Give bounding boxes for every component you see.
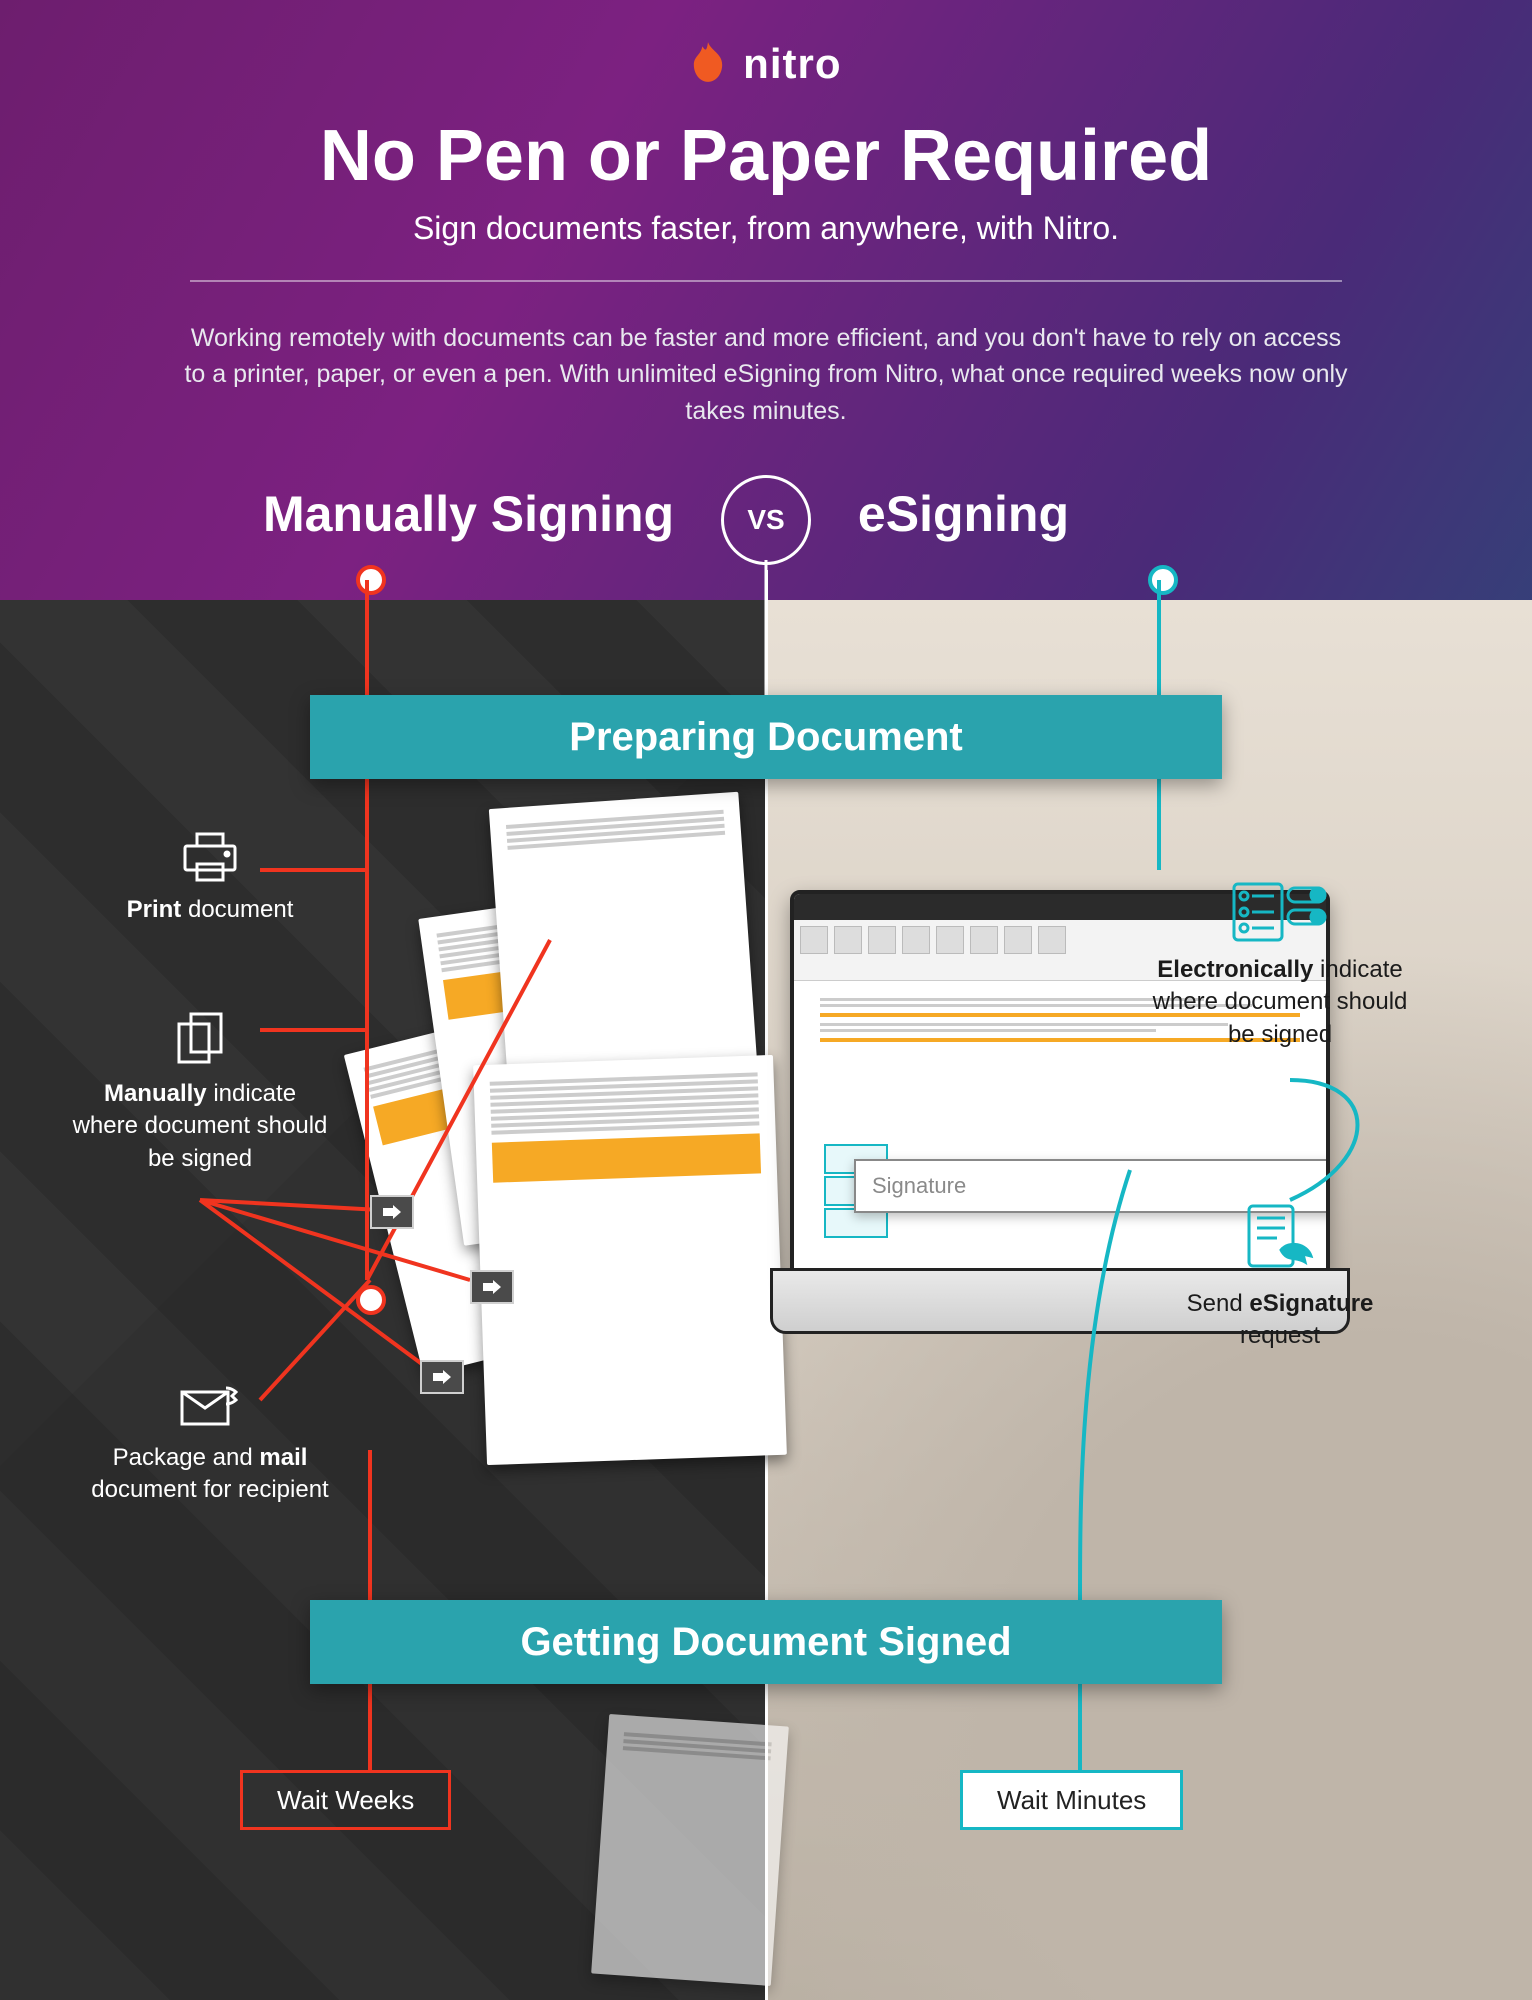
mail-icon [80, 1380, 340, 1432]
send-document-icon [1150, 1200, 1410, 1278]
step-mail: Package and mail document for recipient [80, 1380, 340, 1507]
wait-minutes-badge: Wait Minutes [960, 1770, 1183, 1830]
sign-here-sticker [370, 1195, 414, 1229]
brand-logo: nitro [0, 40, 1532, 88]
section-signed-label: Getting Document Signed [520, 1620, 1011, 1665]
section-preparing-label: Preparing Document [569, 715, 962, 760]
brand-text: nitro [743, 40, 841, 87]
vs-badge: VS [721, 475, 811, 565]
step-electronic-indicate: Electronically indicate where document s… [1150, 880, 1410, 1051]
node-esign-start [1148, 565, 1178, 595]
step-print: Print document [80, 830, 340, 926]
bg-paper [591, 1714, 789, 1986]
step-send-text: Send eSignature request [1150, 1288, 1410, 1353]
step-manual-indicate: Manually indicate where document should … [70, 1010, 330, 1175]
column-heading-manual: Manually Signing [263, 485, 674, 543]
nitro-flame-icon [691, 42, 725, 82]
signature-placeholder: Signature [872, 1173, 966, 1199]
documents-icon [70, 1010, 330, 1068]
node-manual-mid [356, 1285, 386, 1315]
step-send-request: Send eSignature request [1150, 1200, 1410, 1353]
step-manual-indicate-text: Manually indicate where document should … [70, 1078, 330, 1175]
step-electronic-text: Electronically indicate where document s… [1150, 954, 1410, 1051]
section-preparing: Preparing Document [310, 695, 1222, 779]
sign-here-sticker [420, 1360, 464, 1394]
divider-rule [190, 280, 1342, 282]
step-mail-text: Package and mail document for recipient [80, 1442, 340, 1507]
printer-icon [80, 830, 340, 884]
wait-minutes-label: Wait Minutes [997, 1785, 1146, 1816]
form-fields-icon [1150, 880, 1410, 944]
vs-label: VS [747, 504, 784, 536]
step-print-text: Print document [80, 894, 340, 926]
sign-here-sticker [470, 1270, 514, 1304]
node-manual-start [356, 565, 386, 595]
column-heading-esign: eSigning [858, 485, 1069, 543]
wait-weeks-label: Wait Weeks [277, 1785, 414, 1816]
intro-paragraph: Working remotely with documents can be f… [180, 320, 1352, 429]
wait-weeks-badge: Wait Weeks [240, 1770, 451, 1830]
page-title: No Pen or Paper Required [0, 115, 1532, 197]
page-subtitle: Sign documents faster, from anywhere, wi… [0, 210, 1532, 247]
section-getting-signed: Getting Document Signed [310, 1600, 1222, 1684]
